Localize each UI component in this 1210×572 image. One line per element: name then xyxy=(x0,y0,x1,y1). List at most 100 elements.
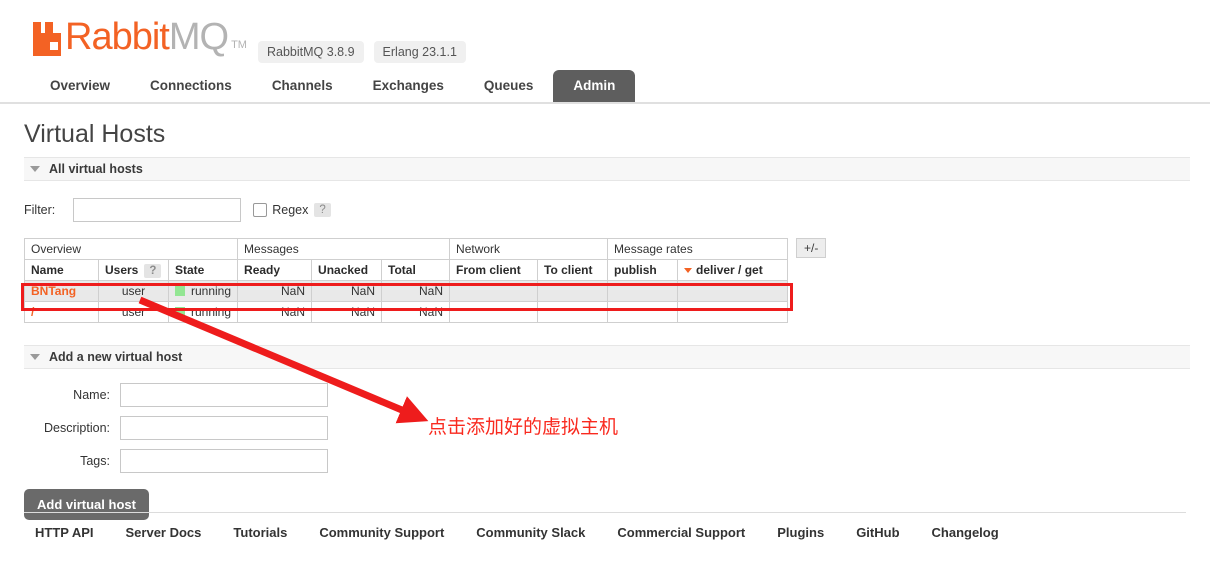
column-header-users-label: Users xyxy=(105,263,139,277)
table-row[interactable]: / user running NaN NaN NaN xyxy=(24,301,789,323)
filter-label: Filter: xyxy=(24,203,56,217)
column-header-users[interactable]: Users? xyxy=(98,259,169,281)
group-header-message-rates: Message rates xyxy=(607,238,789,260)
column-header-deliver-get[interactable]: deliver / get xyxy=(677,259,789,281)
logo-text-rabbit: Rabbit xyxy=(65,16,170,58)
footer-link-server-docs[interactable]: Server Docs xyxy=(126,525,202,540)
filter-input[interactable] xyxy=(73,198,242,222)
cell-total: NaN xyxy=(381,301,451,323)
version-badges: RabbitMQ 3.8.9 Erlang 23.1.1 xyxy=(258,41,466,63)
page-title: Virtual Hosts xyxy=(24,120,166,148)
column-header-publish[interactable]: publish xyxy=(607,259,679,281)
column-header-name[interactable]: Name xyxy=(24,259,99,281)
filter-row: Filter: Regex ? xyxy=(24,198,1186,222)
rabbitmq-version-badge: RabbitMQ 3.8.9 xyxy=(258,41,364,63)
vhost-link-bntang[interactable]: BNTang xyxy=(31,284,76,298)
cell-ready: NaN xyxy=(237,301,313,323)
column-header-state[interactable]: State xyxy=(167,259,239,281)
tags-input[interactable] xyxy=(120,449,328,473)
table-column-header-row: Name Users? State Ready Unacked Total Fr… xyxy=(24,259,789,281)
tab-admin[interactable]: Admin xyxy=(553,70,636,102)
status-running-icon xyxy=(175,286,185,296)
form-row-description: Description: xyxy=(24,416,1186,440)
form-row-tags: Tags: xyxy=(24,449,1186,473)
regex-checkbox[interactable] xyxy=(253,203,268,217)
form-row-name: Name: xyxy=(24,383,1186,407)
column-header-to-client[interactable]: To client xyxy=(537,259,609,281)
tab-overview[interactable]: Overview xyxy=(30,70,130,102)
group-header-network: Network xyxy=(449,238,609,260)
tab-queues[interactable]: Queues xyxy=(464,70,554,102)
chevron-down-icon xyxy=(30,166,40,172)
footer-link-community-slack[interactable]: Community Slack xyxy=(476,525,585,540)
tab-channels[interactable]: Channels xyxy=(252,70,353,102)
cell-state: running xyxy=(167,301,239,323)
sort-descending-icon xyxy=(684,268,693,274)
footer-link-community-support[interactable]: Community Support xyxy=(319,525,444,540)
footer-link-changelog[interactable]: Changelog xyxy=(932,525,999,540)
section-add-virtual-host-header[interactable]: Add a new virtual host xyxy=(24,345,1190,369)
section-add-virtual-host-title: Add a new virtual host xyxy=(49,350,183,364)
tab-connections[interactable]: Connections xyxy=(130,70,252,102)
cell-publish xyxy=(607,301,679,323)
cell-total: NaN xyxy=(381,280,451,302)
tab-exchanges[interactable]: Exchanges xyxy=(353,70,464,102)
cell-deliver-get xyxy=(677,280,789,302)
name-input[interactable] xyxy=(120,383,328,407)
column-header-from-client[interactable]: From client xyxy=(449,259,539,281)
chevron-down-icon xyxy=(30,354,40,360)
footer-links: HTTP API Server Docs Tutorials Community… xyxy=(24,525,1186,540)
cell-unacked: NaN xyxy=(311,301,383,323)
group-header-overview: Overview xyxy=(23,238,239,260)
rabbitmq-logo[interactable]: Rabbit MQ TM xyxy=(33,18,247,56)
cell-to-client xyxy=(537,301,609,323)
cell-state: running xyxy=(167,280,239,302)
state-label: running xyxy=(191,305,232,319)
cell-vhost-name[interactable]: BNTang xyxy=(24,280,99,302)
footer-link-tutorials[interactable]: Tutorials xyxy=(233,525,287,540)
cell-vhost-name[interactable]: / xyxy=(24,301,99,323)
main-navigation: Overview Connections Channels Exchanges … xyxy=(0,68,1210,104)
virtual-hosts-table: Overview Messages Network Message rates … xyxy=(23,238,789,323)
footer-link-commercial-support[interactable]: Commercial Support xyxy=(617,525,745,540)
virtual-hosts-table-wrap: Overview Messages Network Message rates … xyxy=(23,238,1186,323)
column-header-deliver-get-label: deliver / get xyxy=(696,263,763,277)
cell-to-client xyxy=(537,280,609,302)
section-all-virtual-hosts-header[interactable]: All virtual hosts xyxy=(24,157,1190,181)
cell-deliver-get xyxy=(677,301,789,323)
rabbit-logo-icon xyxy=(33,22,63,56)
regex-help-icon[interactable]: ? xyxy=(314,203,331,217)
section-add-virtual-host: Add a new virtual host Name: Description… xyxy=(24,345,1190,520)
table-row[interactable]: BNTang user running NaN NaN NaN xyxy=(24,280,789,302)
users-help-icon[interactable]: ? xyxy=(144,264,162,278)
cell-from-client xyxy=(449,280,539,302)
cell-users: user xyxy=(98,301,169,323)
logo-text-mq: MQ xyxy=(168,16,229,58)
add-virtual-host-form: Name: Description: Tags: Add virtual hos… xyxy=(24,383,1186,520)
tags-field-label: Tags: xyxy=(80,454,110,468)
state-label: running xyxy=(191,284,232,298)
column-header-unacked[interactable]: Unacked xyxy=(311,259,383,281)
name-field-label: Name: xyxy=(73,388,110,402)
footer-link-plugins[interactable]: Plugins xyxy=(777,525,824,540)
footer-link-github[interactable]: GitHub xyxy=(856,525,899,540)
erlang-version-badge: Erlang 23.1.1 xyxy=(373,41,466,63)
group-header-messages: Messages xyxy=(237,238,451,260)
cell-publish xyxy=(607,280,679,302)
cell-unacked: NaN xyxy=(311,280,383,302)
page-header: Rabbit MQ TM RabbitMQ 3.8.9 Erlang 23.1.… xyxy=(0,0,1210,68)
footer-link-http-api[interactable]: HTTP API xyxy=(35,525,94,540)
regex-label: Regex xyxy=(272,203,309,217)
column-header-ready[interactable]: Ready xyxy=(237,259,313,281)
main-content: Virtual Hosts All virtual hosts Filter: … xyxy=(0,120,1210,520)
status-running-icon xyxy=(175,307,185,317)
page-footer: HTTP API Server Docs Tutorials Community… xyxy=(24,512,1186,540)
toggle-columns-button[interactable]: +/- xyxy=(796,238,827,258)
description-input[interactable] xyxy=(120,416,328,440)
column-header-total[interactable]: Total xyxy=(381,259,451,281)
logo-trademark: TM xyxy=(231,39,247,51)
vhost-link-root[interactable]: / xyxy=(31,305,34,319)
table-group-header-row: Overview Messages Network Message rates xyxy=(23,238,789,260)
section-all-virtual-hosts-title: All virtual hosts xyxy=(49,162,143,176)
cell-users: user xyxy=(98,280,169,302)
